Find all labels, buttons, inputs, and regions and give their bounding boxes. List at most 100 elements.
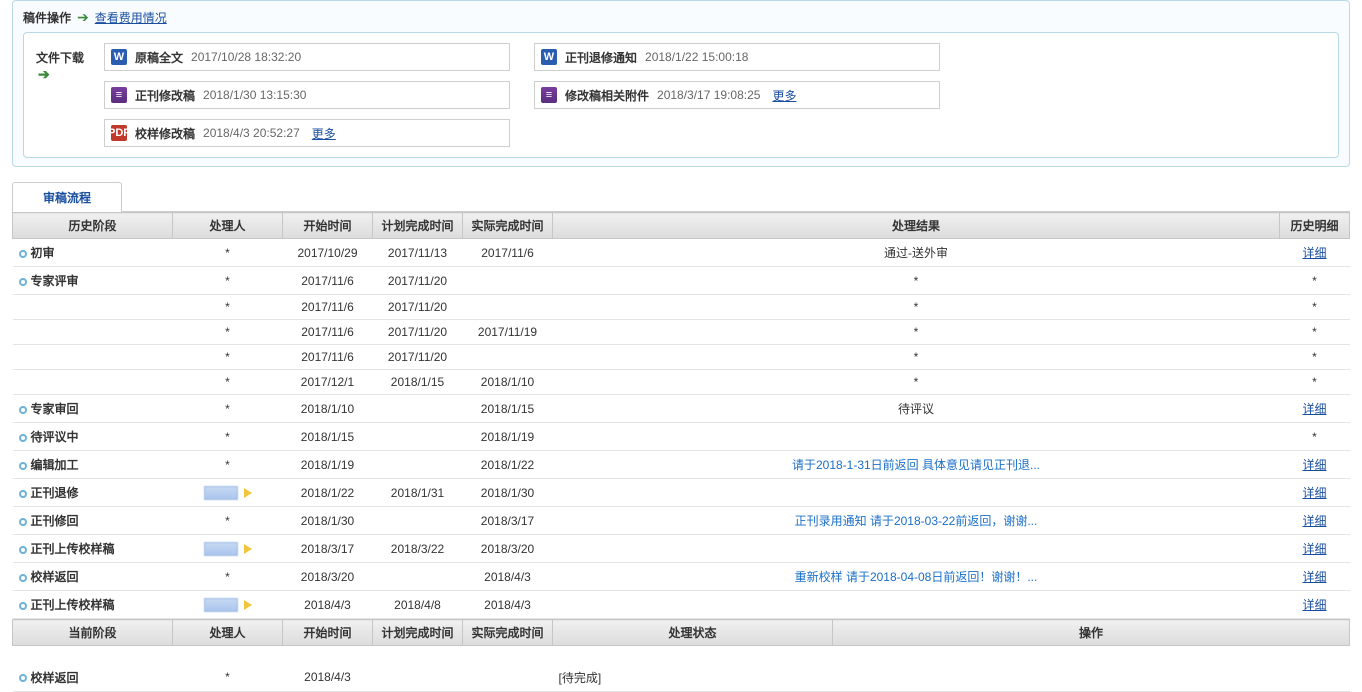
history-table: 历史阶段 处理人 开始时间 计划完成时间 实际完成时间 处理结果 历史明细 初审… <box>12 212 1350 619</box>
table-row: 专家审回*2018/1/102018/1/15待评议详细 <box>13 395 1350 423</box>
table-row: 专家评审*2017/11/62017/11/20** <box>13 267 1350 295</box>
stage-name: 正刊退修 <box>31 486 79 500</box>
bullet-icon <box>19 490 27 498</box>
tab-review-process[interactable]: 审稿流程 <box>12 182 122 212</box>
file-name: 校样修改稿 <box>135 125 195 142</box>
handler-badge <box>204 598 238 612</box>
download-panel: 文件下载 ➔ W 原稿全文 2017/10/28 18:32:20 ≡ 正刊修改稿 201… <box>23 32 1339 158</box>
word-icon: W <box>541 49 557 65</box>
table-row: *2017/12/12018/1/152018/1/10** <box>13 370 1350 395</box>
operations-panel: 稿件操作 ➔ 查看费用情况 文件下载 ➔ W 原稿全文 2017/10/28 18:… <box>12 0 1350 167</box>
file-item[interactable]: ≡ 修改稿相关附件 2018/3/17 19:08:25 更多 <box>534 81 940 109</box>
table-row: 正刊退修2018/1/222018/1/312018/1/30详细 <box>13 479 1350 507</box>
bullet-icon <box>19 546 27 554</box>
file-name: 正刊修改稿 <box>135 87 195 104</box>
result-link[interactable]: 正刊录用通知 请于2018-03-22前返回，谢谢... <box>795 514 1038 528</box>
detail-link[interactable]: 详细 <box>1302 542 1326 556</box>
bullet-icon <box>19 574 27 582</box>
handler-badge <box>204 486 238 500</box>
file-item[interactable]: W 原稿全文 2017/10/28 18:32:20 <box>104 43 510 71</box>
table-row: *2017/11/62017/11/20** <box>13 295 1350 320</box>
stage-name: 待评议中 <box>31 430 79 444</box>
file-name: 原稿全文 <box>135 49 183 66</box>
file-item[interactable]: ≡ 正刊修改稿 2018/1/30 13:15:30 <box>104 81 510 109</box>
detail-link[interactable]: 详细 <box>1302 458 1326 472</box>
th-plan: 计划完成时间 <box>373 213 463 239</box>
stage-name: 正刊上传校样稿 <box>31 598 115 612</box>
stage-name: 校样返回 <box>31 570 79 584</box>
table-row: *2017/11/62017/11/20** <box>13 345 1350 370</box>
more-link[interactable]: 更多 <box>772 87 796 104</box>
table-row: 正刊上传校样稿2018/3/172018/3/222018/3/20详细 <box>13 535 1350 563</box>
th-cur-actual: 实际完成时间 <box>463 620 553 646</box>
th-cur-status: 处理状态 <box>553 620 833 646</box>
stage-name: 专家评审 <box>31 274 79 288</box>
detail-link[interactable]: 详细 <box>1302 514 1326 528</box>
more-link[interactable]: 更多 <box>312 125 336 142</box>
detail-link[interactable]: 详细 <box>1302 246 1326 260</box>
arrow-right-icon: ➔ <box>77 9 89 26</box>
th-cur-plan: 计划完成时间 <box>373 620 463 646</box>
detail-link[interactable]: 详细 <box>1302 486 1326 500</box>
rar-icon: ≡ <box>541 87 557 103</box>
table-row: 待评议中*2018/1/152018/1/19* <box>13 423 1350 451</box>
file-date: 2018/1/22 15:00:18 <box>645 50 748 64</box>
th-cur-start: 开始时间 <box>283 620 373 646</box>
file-date: 2017/10/28 18:32:20 <box>191 50 301 64</box>
table-row: 编辑加工*2018/1/192018/1/22请于2018-1-31日前返回 具… <box>13 451 1350 479</box>
result-link[interactable]: 重新校样 请于2018-04-08日前返回！谢谢！... <box>795 570 1038 584</box>
table-row: 初审*2017/10/292017/11/132017/11/6通过-送外审详细 <box>13 239 1350 267</box>
file-name: 正刊退修通知 <box>565 49 637 66</box>
stage-name: 正刊上传校样稿 <box>31 542 115 556</box>
bullet-icon <box>19 462 27 470</box>
result-link[interactable]: 请于2018-1-31日前返回 具体意见请见正刊退... <box>792 458 1040 472</box>
current-table: 当前阶段 处理人 开始时间 计划完成时间 实际完成时间 处理状态 操作 校样返回… <box>12 619 1350 692</box>
rar-icon: ≡ <box>111 87 127 103</box>
word-icon: W <box>111 49 127 65</box>
triangle-icon <box>244 544 252 554</box>
pdf-icon: PDF <box>111 125 127 141</box>
file-item[interactable]: PDF 校样修改稿 2018/4/3 20:52:27 更多 <box>104 119 510 147</box>
bullet-icon <box>19 250 27 258</box>
file-name: 修改稿相关附件 <box>565 87 649 104</box>
th-actual: 实际完成时间 <box>463 213 553 239</box>
table-row: *2017/11/62017/11/202017/11/19** <box>13 320 1350 345</box>
stage-name: 编辑加工 <box>31 458 79 472</box>
bullet-icon <box>19 434 27 442</box>
th-cur-op: 操作 <box>833 620 1350 646</box>
bullet-icon <box>19 602 27 610</box>
file-item[interactable]: W 正刊退修通知 2018/1/22 15:00:18 <box>534 43 940 71</box>
triangle-icon <box>244 600 252 610</box>
detail-link[interactable]: 详细 <box>1302 402 1326 416</box>
file-date: 2018/4/3 20:52:27 <box>203 126 300 140</box>
th-result: 处理结果 <box>553 213 1280 239</box>
stage-name: 初审 <box>31 246 55 260</box>
th-stage: 历史阶段 <box>13 213 173 239</box>
th-cur-stage: 当前阶段 <box>13 620 173 646</box>
triangle-icon <box>244 488 252 498</box>
view-fees-link[interactable]: 查看费用情况 <box>95 9 167 26</box>
arrow-right-icon: ➔ <box>38 66 50 82</box>
table-row: 正刊上传校样稿2018/4/32018/4/82018/4/3详细 <box>13 591 1350 619</box>
bullet-icon <box>19 406 27 414</box>
handler-badge <box>204 542 238 556</box>
tabs: 审稿流程 <box>12 181 1350 212</box>
th-handler: 处理人 <box>173 213 283 239</box>
th-cur-handler: 处理人 <box>173 620 283 646</box>
table-row: 正刊修回*2018/1/302018/3/17正刊录用通知 请于2018-03-… <box>13 507 1350 535</box>
th-detail: 历史明细 <box>1280 213 1350 239</box>
stage-name: 正刊修回 <box>31 514 79 528</box>
table-row: 校样返回 * 2018/4/3 [待完成] <box>13 664 1350 692</box>
bullet-icon <box>19 518 27 526</box>
detail-link[interactable]: 详细 <box>1302 598 1326 612</box>
bullet-icon <box>19 278 27 286</box>
file-date: 2018/3/17 19:08:25 <box>657 88 760 102</box>
detail-link[interactable]: 详细 <box>1302 570 1326 584</box>
bullet-icon <box>19 674 27 682</box>
file-date: 2018/1/30 13:15:30 <box>203 88 306 102</box>
download-label: 文件下载 ➔ <box>36 43 96 83</box>
table-row: 校样返回*2018/3/202018/4/3重新校样 请于2018-04-08日… <box>13 563 1350 591</box>
th-start: 开始时间 <box>283 213 373 239</box>
ops-label: 稿件操作 <box>23 9 71 26</box>
stage-name: 专家审回 <box>31 402 79 416</box>
